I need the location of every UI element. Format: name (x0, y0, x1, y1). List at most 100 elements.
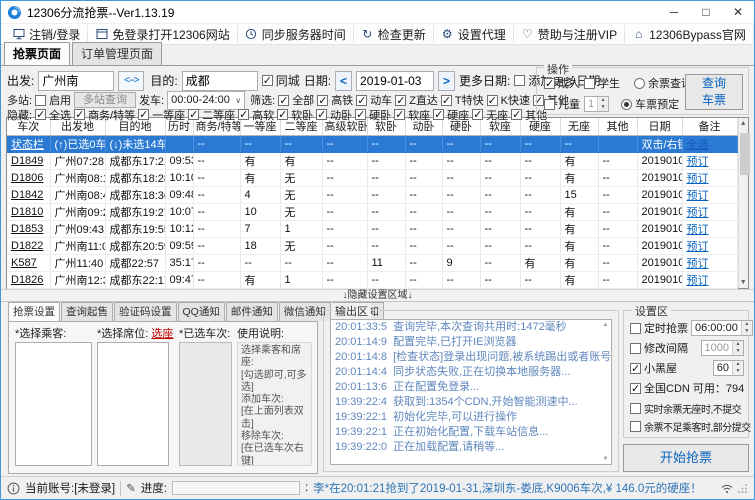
choose-seat-link[interactable]: 选座 (151, 328, 173, 340)
child-checkbox[interactable]: 儿童 (544, 96, 580, 112)
adult-checkbox[interactable]: 成人 (544, 75, 580, 91)
settings-tab[interactable]: QQ通知 (177, 302, 225, 321)
grab-settings-body: *选择乘客: *选择席位: 选座 *已选车次: 使用说明: 选择乘客和席座: [勾… (8, 321, 318, 474)
spin-up-icon[interactable]: ▲ (733, 361, 743, 368)
hide-checkbox[interactable]: 硬卧 (355, 107, 391, 123)
settings-tab[interactable]: 验证码设置 (114, 302, 177, 321)
partial-submit-checkbox[interactable]: 余票不足乘客时,部分提交 (630, 419, 751, 434)
scroll-up-icon[interactable]: ▲ (600, 322, 611, 328)
book-link[interactable]: 预订 (687, 275, 709, 287)
main-tab[interactable]: 抢票页面 (4, 42, 71, 66)
timed-grab-time-stepper[interactable]: 06:00:00 ▲ ▼ (691, 320, 753, 336)
seat-cell: -- (442, 271, 481, 289)
hide-checkbox[interactable]: 全选 (35, 107, 71, 123)
scroll-down-icon[interactable]: ▼ (739, 279, 749, 286)
table-row[interactable]: D1826 广州南12:30 成都东22:17 09:47 --有1------… (7, 271, 738, 289)
date-prev-button[interactable]: < (335, 70, 353, 91)
modify-interval-checkbox[interactable]: 修改间隔 (630, 340, 688, 356)
depart-input[interactable] (38, 70, 115, 91)
hide-checkbox[interactable]: 硬座 (433, 107, 469, 123)
maximize-button[interactable]: □ (690, 1, 722, 23)
scroll-down-icon[interactable]: ▼ (600, 456, 611, 462)
main-tab[interactable]: 订单管理页面 (72, 42, 163, 65)
toolbar-item-sync-time[interactable]: 同步服务器时间 (238, 25, 354, 43)
child-count-stepper[interactable]: 1 ▲ ▼ (584, 96, 610, 112)
seat-listbox[interactable] (97, 342, 169, 466)
national-cdn-checkbox[interactable]: 全国CDN (630, 380, 690, 396)
selected-trains-listbox[interactable] (179, 342, 232, 466)
book-link[interactable]: 预订 (687, 190, 709, 202)
title-bar[interactable]: 12306分流抢票--Ver1.13.19 ─ □ ✕ (1, 1, 754, 23)
gear-icon: ⚙ (441, 27, 453, 41)
blacklist-checkbox[interactable]: 小黑屋 (630, 360, 677, 376)
book-ticket-radio[interactable]: 车票预定 (621, 96, 679, 112)
table-row[interactable]: D1849 广州07:28 成都东17:21 09:53 --有有-------… (7, 152, 738, 170)
hide-checkbox[interactable]: 二等座 (188, 107, 235, 123)
book-link[interactable]: 预订 (687, 156, 709, 168)
settings-tab[interactable]: 抢票设置 (8, 302, 60, 322)
table-row[interactable]: D1806 广州南08:18 成都东18:28 10:10 --有无------… (7, 169, 738, 187)
spin-up-icon[interactable]: ▲ (733, 341, 743, 348)
train-cell: D1849 (7, 152, 51, 170)
duration-cell: 09:53 (165, 152, 194, 170)
toolbar-item-logout-login[interactable]: 注销/登录 (5, 25, 89, 43)
log-scrollbar[interactable]: ▲ ▼ (600, 320, 611, 464)
log-line: 19:39:22:1 初始化完毕,可以进行操作 (335, 411, 518, 423)
log-listbox[interactable]: 20:01:33:5 查询完毕,本次查询共用时:1472毫秒 20:01:14:9… (330, 319, 612, 465)
seat-cell: 1 (280, 271, 323, 289)
close-button[interactable]: ✕ (722, 1, 754, 23)
book-link[interactable]: 预订 (687, 258, 709, 270)
hide-checkbox[interactable]: 软座 (394, 107, 430, 123)
book-link[interactable]: 预订 (687, 207, 709, 219)
toolbar-item-proxy[interactable]: ⚙ 设置代理 (434, 25, 514, 43)
no-seat-no-submit-checkbox[interactable]: 实时余票无座时,不提交 (630, 401, 742, 416)
dest-input[interactable] (181, 70, 258, 91)
spin-up-icon[interactable]: ▲ (598, 97, 609, 104)
interval-stepper[interactable]: 1000 ▲ ▼ (700, 340, 744, 356)
hide-checkbox[interactable]: 高软 (238, 107, 274, 123)
spin-down-icon[interactable]: ▼ (733, 348, 743, 355)
table-scrollbar[interactable]: ▲ ▼ (737, 118, 750, 288)
table-row[interactable]: D1810 广州南09:20 成都东19:27 10:07 --10无-----… (7, 203, 738, 221)
toolbar-item-check-update[interactable]: ↻ 检查更新 (354, 25, 434, 43)
table-row[interactable]: D1822 广州南11:00 成都东20:59 09:59 --18无-----… (7, 237, 738, 255)
query-tickets-button[interactable]: 查询 车票 (685, 74, 743, 110)
table-row[interactable]: K587 广州11:40 成都22:57 35:17 --------11--9… (7, 254, 738, 272)
book-link[interactable]: 预订 (687, 224, 709, 236)
blacklist-stepper[interactable]: 60 ▲ ▼ (712, 360, 744, 376)
scroll-up-icon[interactable]: ▲ (739, 120, 749, 127)
hide-checkbox[interactable]: 动卧 (316, 107, 352, 123)
book-link[interactable]: 全选 (687, 139, 709, 151)
toolbar-item-vip[interactable]: ♡ 赞助与注册VIP (514, 25, 626, 43)
hide-checkbox[interactable]: 软卧 (277, 107, 313, 123)
hide-checkbox[interactable]: 商务/特等 (74, 107, 135, 123)
settings-tab[interactable]: 查询起售 (61, 302, 113, 321)
hide-checkbox[interactable]: 一等座 (138, 107, 185, 123)
spin-up-icon[interactable]: ▲ (741, 321, 752, 328)
date-input[interactable] (356, 70, 435, 91)
spin-down-icon[interactable]: ▼ (741, 328, 752, 335)
timed-grab-checkbox[interactable]: 定时抢票 (630, 320, 688, 336)
student-checkbox[interactable]: 学生 (584, 75, 620, 91)
hide-checkbox[interactable]: 无座 (472, 107, 508, 123)
toolbar-item-open-12306[interactable]: 免登录打开12306网站 (88, 25, 238, 43)
table-row[interactable]: D1842 广州南08:48 成都东18:36 09:48 --4无------… (7, 186, 738, 204)
date-next-button[interactable]: > (438, 70, 456, 91)
spin-down-icon[interactable]: ▼ (733, 368, 743, 375)
minimize-button[interactable]: ─ (658, 1, 690, 23)
book-link[interactable]: 预订 (687, 241, 709, 253)
resize-grip[interactable] (738, 483, 748, 493)
table-row[interactable]: D1853 广州09:43 成都东19:55 10:12 --71-------… (7, 220, 738, 238)
toolbar-item-official-site[interactable]: ⌂ 12306Bypass官网 (625, 25, 754, 43)
spin-down-icon[interactable]: ▼ (598, 104, 609, 111)
start-grab-button[interactable]: 开始抢票 (623, 444, 749, 472)
passenger-listbox[interactable] (15, 342, 92, 466)
remaining-query-radio[interactable]: 余票查询 (634, 75, 692, 91)
swap-stations-button[interactable]: <--> (118, 70, 145, 91)
settings-tab[interactable]: 邮件通知 (225, 302, 278, 321)
table-row[interactable]: 状态栏 (↑)已选0车次 (↓)未选14车次 -----------------… (7, 135, 738, 153)
scrollbar-thumb[interactable] (739, 133, 750, 175)
hide-settings-splitter[interactable]: ↓隐藏设置区域↓ (1, 289, 754, 302)
same-city-checkbox[interactable]: 同城 (261, 72, 300, 89)
book-link[interactable]: 预订 (687, 173, 709, 185)
